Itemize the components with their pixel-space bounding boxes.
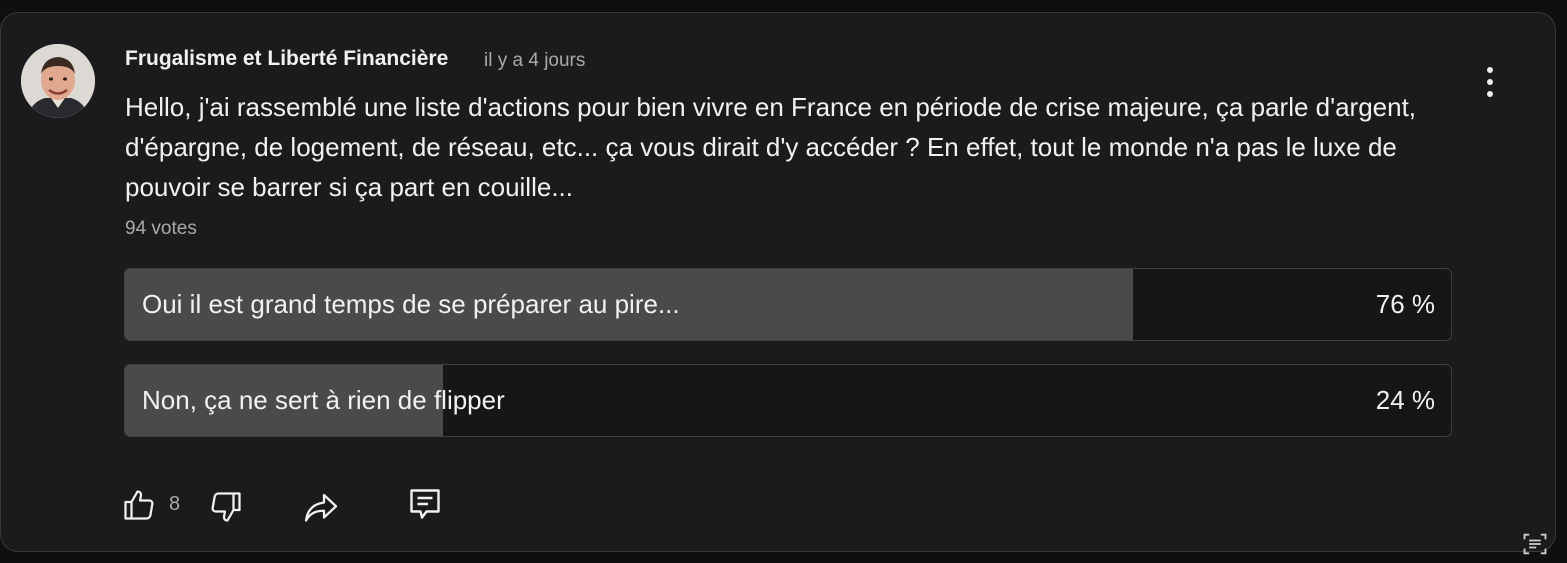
post-timestamp[interactable]: il y a 4 jours bbox=[484, 50, 585, 72]
poll-option-2-percent: 24 % bbox=[1375, 385, 1435, 415]
poll-option-1-label: Oui il est grand temps de se préparer au… bbox=[142, 289, 680, 319]
poll-option-1-percent: 76 % bbox=[1375, 289, 1435, 319]
thumbs-up-icon bbox=[124, 490, 154, 520]
thumbs-down-icon bbox=[211, 492, 241, 522]
post-text: Hello, j'ai rassemblé une liste d'action… bbox=[125, 92, 1417, 202]
text-scan-icon[interactable] bbox=[1521, 530, 1549, 558]
poll-option-2[interactable]: Non, ça ne sert à rien de flipper 24 % bbox=[124, 364, 1452, 437]
share-icon bbox=[304, 493, 338, 522]
community-post-card: Frugalisme et Liberté Financière il y a … bbox=[0, 12, 1556, 555]
reply-button[interactable] bbox=[407, 485, 443, 528]
like-button[interactable] bbox=[121, 487, 157, 528]
dislike-button[interactable] bbox=[208, 489, 244, 530]
more-vert-icon[interactable] bbox=[1475, 65, 1505, 99]
vote-count: 94 votes bbox=[125, 218, 197, 239]
poll-option-2-label: Non, ça ne sert à rien de flipper bbox=[142, 385, 505, 415]
like-count: 8 bbox=[169, 493, 181, 515]
avatar[interactable] bbox=[21, 44, 95, 118]
poll-option-1[interactable]: Oui il est grand temps de se préparer au… bbox=[124, 268, 1452, 341]
channel-name[interactable]: Frugalisme et Liberté Financière bbox=[125, 47, 448, 71]
share-button[interactable] bbox=[302, 489, 340, 530]
reply-icon bbox=[410, 489, 440, 519]
